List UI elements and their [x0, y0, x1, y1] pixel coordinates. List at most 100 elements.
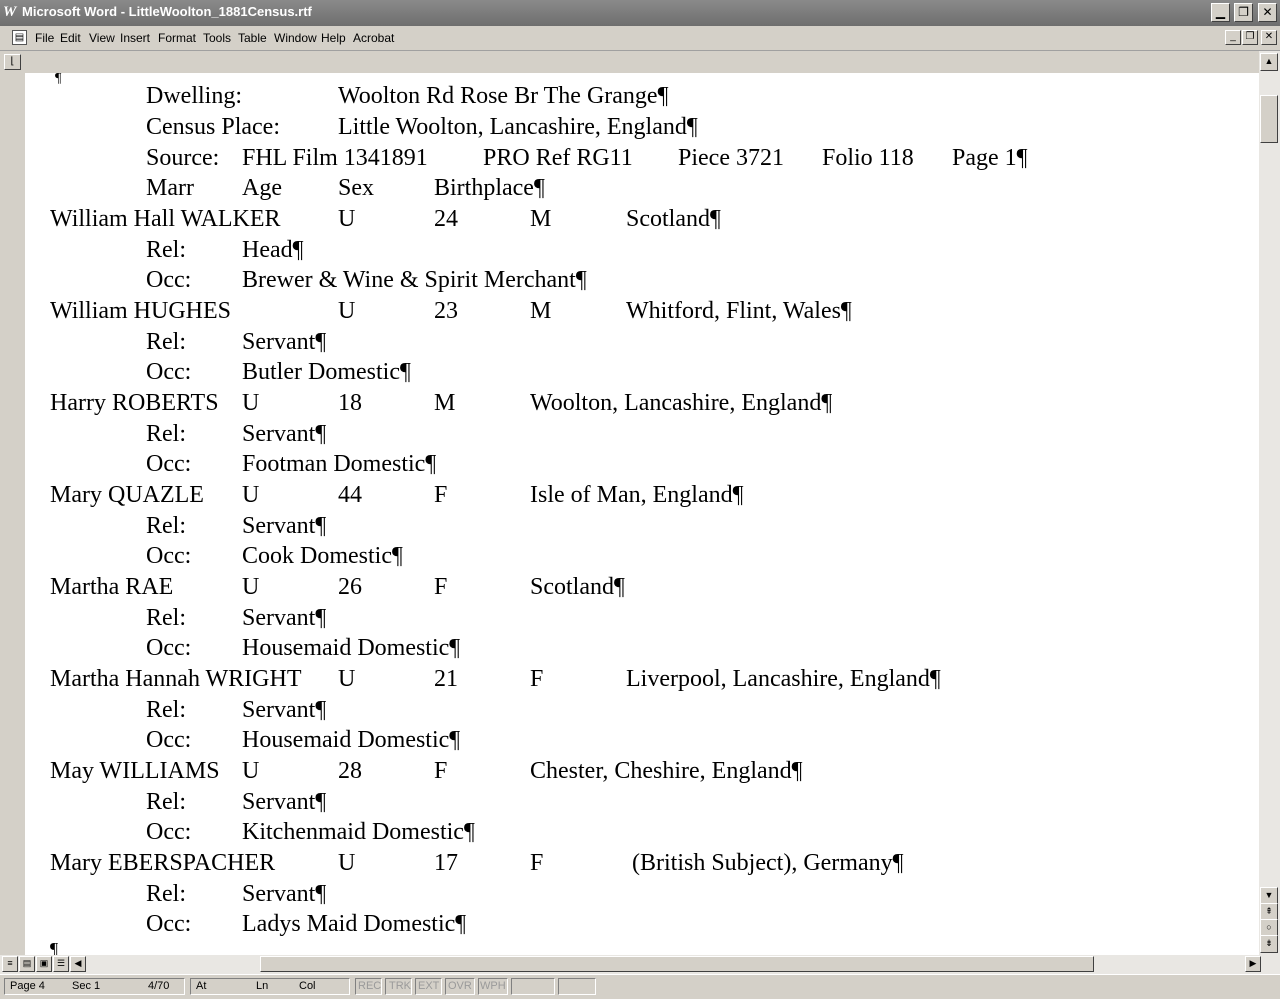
status-rec[interactable]: REC [358, 980, 381, 992]
document-icon[interactable]: ▤ [12, 30, 27, 45]
arrow-right-icon: ▶ [1249, 958, 1257, 968]
occ-label: Occ: [146, 267, 192, 293]
occ-value: Butler Domestic¶ [242, 359, 411, 385]
menu-help[interactable]: Help [321, 31, 346, 45]
rel-label: Rel: [146, 421, 186, 447]
close-icon: ✕ [1264, 31, 1274, 42]
normal-view-button[interactable]: ≡ [2, 956, 18, 972]
status-page: Page 4 [10, 980, 45, 992]
vertical-scrollbar[interactable]: ▲ ▼ ⇞ ○ ⇟ [1259, 51, 1280, 955]
status-ovr[interactable]: OVR [448, 980, 472, 992]
person-name: Mary EBERSPACHER [50, 850, 276, 876]
print-layout-icon: ▣ [39, 958, 49, 968]
status-trk[interactable]: TRK [389, 980, 411, 992]
rel-value: Servant¶ [242, 789, 327, 815]
person-name: Martha Hannah WRIGHT [50, 666, 302, 692]
menu-insert[interactable]: Insert [120, 31, 150, 45]
document-area: ¶ Dwelling: Woolton Rd Rose Br The Grang… [0, 73, 1259, 955]
outline-view-button[interactable]: ☰ [53, 956, 69, 972]
restore-icon: ❐ [1238, 5, 1249, 19]
rel-value: Servant¶ [242, 697, 327, 723]
maximize-button[interactable]: ❐ [1234, 3, 1253, 22]
restore-icon: ❐ [1245, 31, 1255, 42]
menu-window[interactable]: Window [274, 31, 317, 45]
occ-label: Occ: [146, 819, 192, 845]
occ-value: Kitchenmaid Domestic¶ [242, 819, 475, 845]
doc-close-button[interactable]: ✕ [1261, 30, 1277, 45]
status-bar: Page 4 Sec 1 4/70 At Ln Col REC TRK EXT … [0, 974, 1280, 999]
person-age: 28 [338, 758, 362, 784]
close-button[interactable]: ✕ [1258, 3, 1277, 22]
col-birthplace: Birthplace¶ [434, 175, 545, 201]
person-sex: M [434, 390, 456, 416]
person-name: William Hall WALKER [50, 206, 281, 232]
tab-selector[interactable]: ⌊ [4, 54, 21, 70]
col-age: Age [242, 175, 282, 201]
person-birthplace: Liverpool, Lancashire, England¶ [626, 666, 941, 692]
status-language-box [511, 978, 555, 995]
status-column: Col [299, 980, 316, 992]
rel-label: Rel: [146, 329, 186, 355]
document-page[interactable]: ¶ Dwelling: Woolton Rd Rose Br The Grang… [25, 73, 1259, 955]
title-bar[interactable]: W Microsoft Word - LittleWoolton_1881Cen… [0, 0, 1280, 26]
rel-label: Rel: [146, 605, 186, 631]
menu-tools[interactable]: Tools [203, 31, 231, 45]
menu-file[interactable]: File [35, 31, 54, 45]
vertical-scroll-thumb[interactable] [1260, 95, 1278, 143]
double-up-icon: ⇞ [1265, 906, 1273, 916]
person-sex: F [530, 666, 544, 692]
horizontal-scrollbar[interactable]: ≡ ▤ ▣ ☰ ◀ ▶ [0, 955, 1280, 974]
person-marr: U [338, 850, 356, 876]
source-pro-ref: PRO Ref RG11 [483, 145, 633, 171]
doc-restore-button[interactable]: ❐ [1242, 30, 1258, 45]
source-folio: Folio 118 [822, 145, 914, 171]
horizontal-scroll-thumb[interactable] [260, 956, 1094, 972]
person-birthplace: Scotland¶ [626, 206, 721, 232]
person-birthplace: Woolton, Lancashire, England¶ [530, 390, 833, 416]
menu-format[interactable]: Format [158, 31, 196, 45]
rel-value: Servant¶ [242, 513, 327, 539]
menu-edit[interactable]: Edit [60, 31, 81, 45]
minimize-icon: _ [1230, 31, 1236, 42]
status-wph[interactable]: WPH [480, 980, 506, 992]
person-age: 23 [434, 298, 458, 324]
occ-value: Ladys Maid Domestic¶ [242, 911, 467, 937]
scroll-right-button[interactable]: ▶ [1245, 956, 1261, 972]
menu-acrobat[interactable]: Acrobat [353, 31, 394, 45]
left-tab-icon: ⌊ [10, 56, 15, 67]
person-sex: F [434, 482, 448, 508]
occ-label: Occ: [146, 727, 192, 753]
scroll-left-button[interactable]: ◀ [70, 956, 86, 972]
menu-view[interactable]: View [89, 31, 115, 45]
census-place-label: Census Place: [146, 114, 280, 140]
menu-bar: ▤ File Edit View Insert Format Tools Tab… [0, 26, 1280, 51]
next-page-button[interactable]: ⇟ [1260, 935, 1278, 953]
scroll-up-button[interactable]: ▲ [1260, 53, 1278, 71]
person-birthplace: Whitford, Flint, Wales¶ [626, 298, 852, 324]
person-birthplace: (British Subject), Germany¶ [632, 850, 904, 876]
source-piece: Piece 3721 [678, 145, 784, 171]
occ-value: Brewer & Wine & Spirit Merchant¶ [242, 267, 587, 293]
person-sex: F [434, 758, 448, 784]
minimize-button[interactable]: ▁ [1211, 3, 1230, 22]
paragraph-mark: ¶ [50, 939, 59, 955]
print-layout-view-button[interactable]: ▣ [36, 956, 52, 972]
person-marr: U [338, 666, 356, 692]
ruler-row: ⌊ [0, 51, 1280, 73]
status-spelling-box[interactable] [558, 978, 596, 995]
outline-icon: ☰ [56, 958, 66, 968]
status-section: Sec 1 [72, 980, 101, 992]
person-marr: U [242, 390, 260, 416]
person-marr: U [242, 482, 260, 508]
status-ext[interactable]: EXT [418, 980, 439, 992]
occ-value: Housemaid Domestic¶ [242, 635, 461, 661]
menu-table[interactable]: Table [238, 31, 267, 45]
paragraph-mark: ¶ [55, 73, 62, 86]
person-age: 18 [338, 390, 362, 416]
source-film: FHL Film 1341891 [242, 145, 428, 171]
status-page-count: 4/70 [148, 980, 170, 992]
word-app-icon[interactable]: W [3, 4, 19, 21]
person-birthplace: Chester, Cheshire, England¶ [530, 758, 803, 784]
doc-minimize-button[interactable]: _ [1225, 30, 1241, 45]
web-layout-view-button[interactable]: ▤ [19, 956, 35, 972]
